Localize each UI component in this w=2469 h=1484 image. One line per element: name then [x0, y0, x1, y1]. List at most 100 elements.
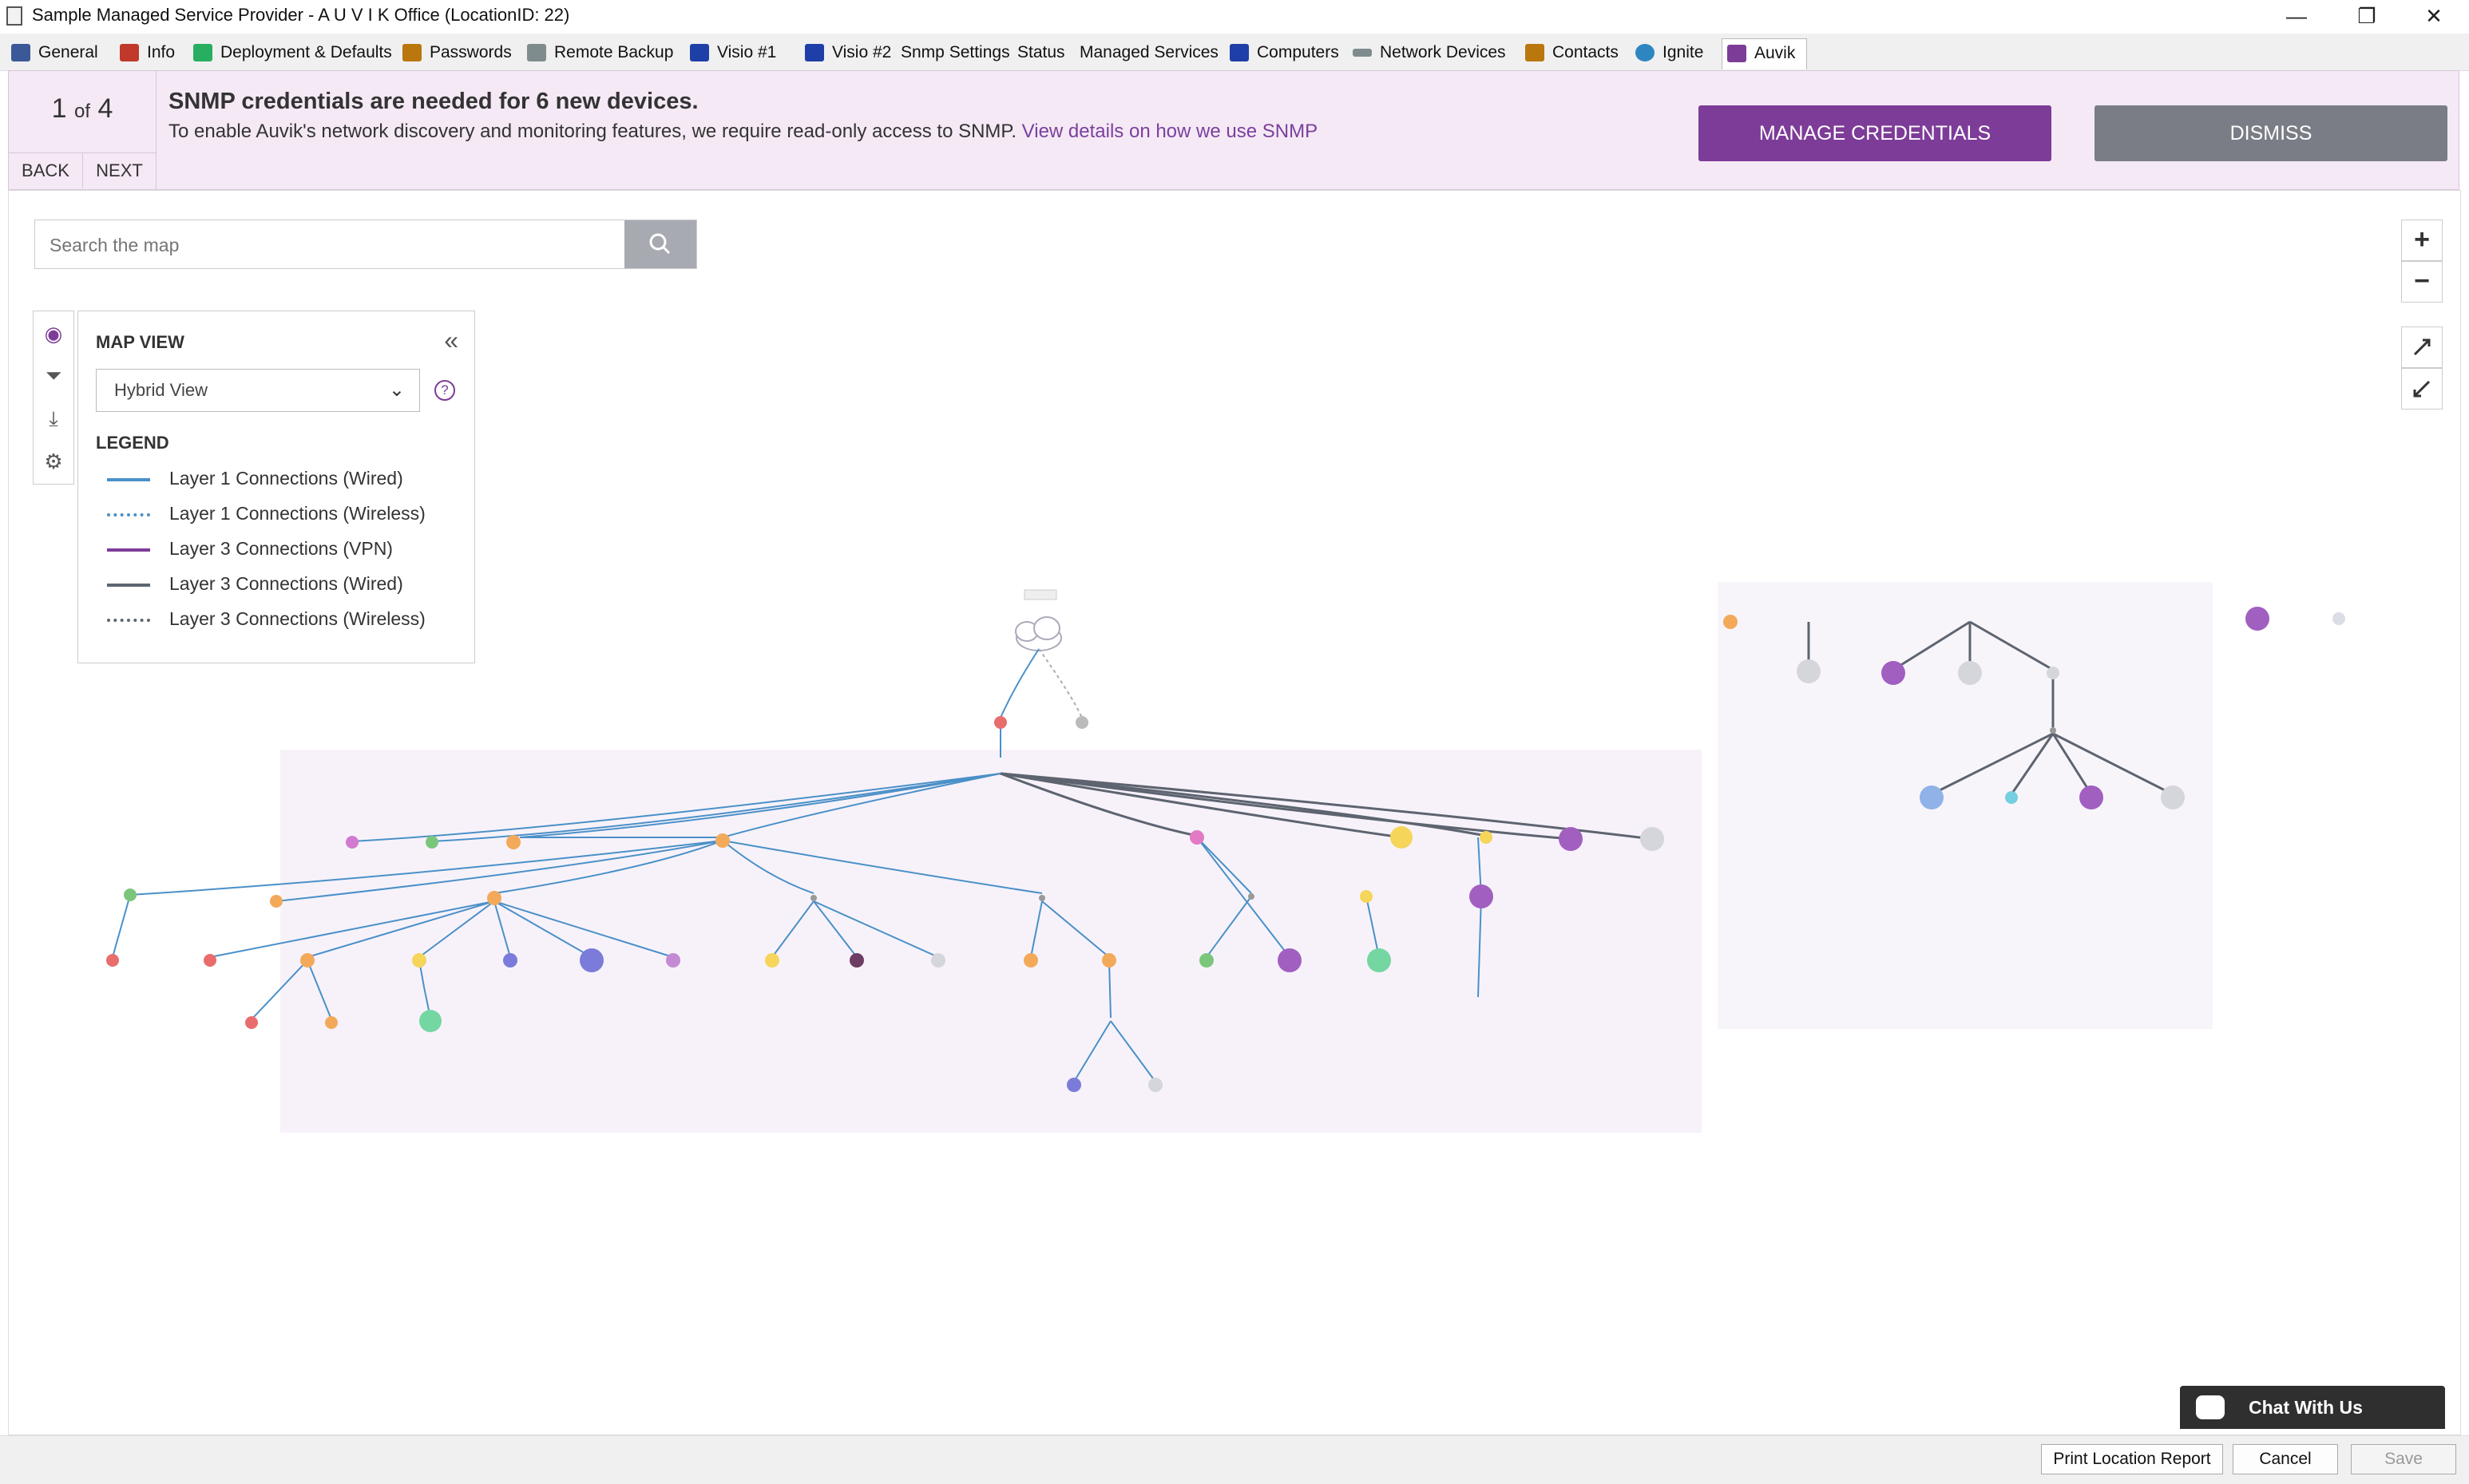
window-title: Sample Managed Service Provider - A U V …	[32, 5, 570, 25]
tab-managed-services[interactable]: Managed Services	[1080, 38, 1219, 67]
pager-total: 4	[97, 93, 113, 124]
print-location-report-button[interactable]: Print Location Report	[2041, 1444, 2223, 1474]
chat-with-us-button[interactable]: Chat With Us	[2180, 1386, 2445, 1429]
chevron-down-icon: ⌄	[388, 379, 405, 401]
dismiss-button[interactable]: DISMISS	[2094, 105, 2447, 161]
restore-button[interactable]: ❐	[2332, 0, 2402, 34]
map-search	[34, 220, 697, 270]
chat-label: Chat With Us	[2249, 1397, 2363, 1418]
next-button[interactable]: NEXT	[83, 152, 156, 188]
tab-info[interactable]: Info	[120, 38, 175, 67]
network-map[interactable]: + − ◉ ⏷ ⤓ ⚙ MAP VIEW « Hybrid View ⌄ ? L…	[8, 190, 2461, 1435]
legend-item: Layer 3 Connections (VPN)	[107, 538, 393, 562]
legend-label: Layer 1 Connections (Wired)	[169, 468, 403, 489]
banner-body: To enable Auvik's network discovery and …	[168, 121, 1318, 143]
banner-pager: 1 of 4 BACK NEXT	[9, 71, 157, 189]
pager-current: 1	[51, 93, 67, 124]
manage-credentials-button[interactable]: MANAGE CREDENTIALS	[1698, 105, 2051, 161]
info-icon	[120, 44, 139, 62]
computers-icon	[1230, 44, 1249, 62]
map-region	[1718, 582, 2213, 1029]
contacts-icon	[1525, 44, 1544, 62]
back-button[interactable]: BACK	[9, 152, 83, 188]
minimize-button[interactable]: —	[2261, 0, 2332, 34]
pager-of: of	[73, 101, 90, 122]
tab-label: Visio #2	[832, 43, 892, 61]
passwords-icon	[402, 44, 422, 62]
remote-backup-icon	[527, 44, 546, 62]
snmp-banner: 1 of 4 BACK NEXT SNMP credentials are ne…	[8, 70, 2459, 190]
tab-label: Visio #1	[717, 43, 777, 61]
chat-icon	[2196, 1395, 2225, 1419]
tab-label: Ignite	[1663, 43, 1704, 61]
snmp-details-link[interactable]: View details on how we use SNMP	[1022, 121, 1318, 142]
collapse-icon[interactable]: «	[444, 326, 458, 355]
gear-icon[interactable]: ⚙	[34, 441, 73, 482]
general-icon	[11, 44, 30, 62]
legend-swatch	[107, 512, 150, 516]
map-view-panel: MAP VIEW « Hybrid View ⌄ ? LEGEND Layer …	[77, 311, 475, 663]
zoom-out-button[interactable]: −	[2401, 261, 2443, 303]
tab-passwords[interactable]: Passwords	[402, 38, 512, 67]
tab-network-devices[interactable]: Network Devices	[1353, 38, 1506, 67]
legend-swatch	[107, 618, 150, 622]
tab-visio-2[interactable]: Visio #2	[805, 38, 891, 67]
legend-item: Layer 1 Connections (Wireless)	[107, 503, 426, 527]
tab-deployment-defaults[interactable]: Deployment & Defaults	[193, 38, 392, 67]
filter-icon[interactable]: ⏷	[34, 354, 73, 396]
footer-bar: Print Location Report Cancel Save	[0, 1435, 2469, 1484]
tab-label: Remote Backup	[554, 43, 674, 61]
app-icon	[6, 6, 22, 26]
banner-heading: SNMP credentials are needed for 6 new de…	[168, 89, 699, 114]
tab-general[interactable]: General	[11, 38, 98, 67]
window-title-bar: Sample Managed Service Provider - A U V …	[0, 0, 2469, 34]
eye-icon[interactable]: ◉	[34, 313, 73, 354]
visio-icon	[805, 44, 824, 62]
tab-label: Network Devices	[1380, 43, 1506, 61]
save-button[interactable]: Save	[2351, 1444, 2456, 1474]
map-view-selected: Hybrid View	[114, 380, 208, 400]
tab-auvik[interactable]: Auvik	[1722, 38, 1808, 69]
legend-label: Layer 1 Connections (Wireless)	[169, 503, 426, 524]
map-view-title: MAP VIEW	[96, 332, 184, 352]
legend-item: Layer 1 Connections (Wired)	[107, 468, 403, 492]
tab-remote-backup[interactable]: Remote Backup	[527, 38, 673, 67]
network-devices-icon	[1353, 49, 1372, 57]
cancel-button[interactable]: Cancel	[2233, 1444, 2338, 1474]
tab-status[interactable]: Status	[1017, 38, 1065, 67]
search-button[interactable]	[624, 220, 696, 268]
map-search-input[interactable]	[35, 220, 578, 270]
ignite-icon	[1635, 44, 1655, 62]
tab-label: Managed Services	[1080, 43, 1219, 61]
tab-label: Passwords	[430, 43, 512, 61]
tab-contacts[interactable]: Contacts	[1525, 38, 1619, 67]
compress-button[interactable]	[2401, 368, 2443, 410]
tab-label: Deployment & Defaults	[220, 43, 392, 61]
close-button[interactable]: ✕	[2399, 0, 2469, 34]
auvik-icon	[1727, 45, 1746, 63]
legend-item: Layer 3 Connections (Wired)	[107, 573, 403, 597]
map-region	[280, 750, 1702, 1133]
tab-ignite[interactable]: Ignite	[1635, 38, 1703, 67]
map-view-select[interactable]: Hybrid View ⌄	[96, 369, 420, 412]
tab-visio-1[interactable]: Visio #1	[690, 38, 776, 67]
legend-title: LEGEND	[96, 433, 169, 453]
map-toolbar: ◉ ⏷ ⤓ ⚙	[33, 311, 74, 485]
search-icon	[649, 233, 671, 255]
tab-snmp-settings[interactable]: Snmp Settings	[901, 38, 1010, 67]
tab-computers[interactable]: Computers	[1230, 38, 1339, 67]
legend-swatch	[107, 548, 150, 552]
legend-label: Layer 3 Connections (Wired)	[169, 573, 403, 594]
help-icon[interactable]: ?	[434, 380, 455, 401]
pager-count: 1 of 4	[9, 93, 156, 125]
zoom-in-button[interactable]: +	[2401, 220, 2443, 261]
wireless-link	[1038, 648, 1083, 718]
tab-label: General	[38, 43, 98, 61]
banner-body-text: To enable Auvik's network discovery and …	[168, 121, 1017, 142]
tab-label: Contacts	[1552, 43, 1619, 61]
tab-label: Snmp Settings	[901, 43, 1010, 61]
tab-label: Computers	[1257, 43, 1339, 61]
expand-icon	[2413, 338, 2431, 356]
download-icon[interactable]: ⤓	[34, 398, 73, 439]
expand-button[interactable]	[2401, 326, 2443, 368]
